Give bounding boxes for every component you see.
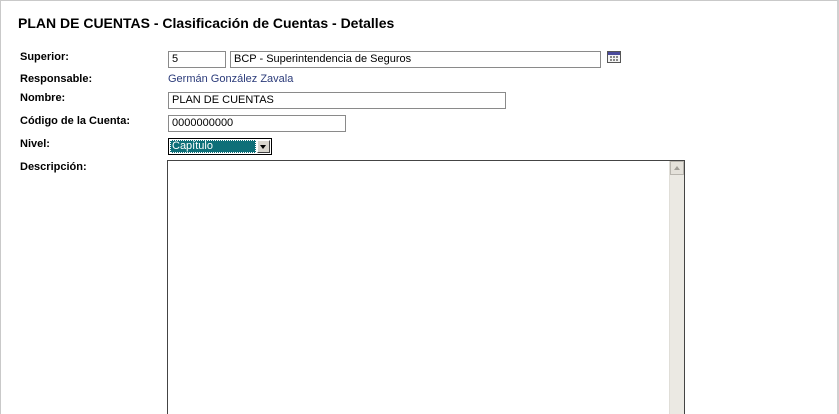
nivel-select[interactable]: Capítulo <box>168 138 272 155</box>
codigo-label: Código de la Cuenta: <box>20 115 130 127</box>
codigo-input[interactable]: 0000000000 <box>168 115 346 132</box>
scroll-up-icon[interactable] <box>670 161 684 175</box>
chevron-down-icon[interactable] <box>257 140 270 153</box>
nivel-label: Nivel: <box>20 138 50 150</box>
responsable-label: Responsable: <box>20 73 93 85</box>
descripcion-label: Descripción: <box>20 161 87 173</box>
descripcion-textarea[interactable] <box>167 160 685 414</box>
calendar-icon[interactable] <box>607 51 621 63</box>
responsable-value: Germán González Zavala <box>168 73 294 85</box>
nombre-input[interactable]: PLAN DE CUENTAS <box>168 92 506 109</box>
nombre-label: Nombre: <box>20 92 66 104</box>
superior-code-input[interactable]: 5 <box>168 51 226 68</box>
page-title: PLAN DE CUENTAS - Clasificación de Cuent… <box>18 15 395 31</box>
superior-name-input[interactable]: BCP - Superintendencia de Seguros <box>230 51 601 68</box>
superior-label: Superior: <box>20 51 69 63</box>
nivel-selected-value: Capítulo <box>170 140 256 153</box>
details-page: PLAN DE CUENTAS - Clasificación de Cuent… <box>0 0 839 414</box>
textarea-scrollbar[interactable] <box>669 161 684 414</box>
